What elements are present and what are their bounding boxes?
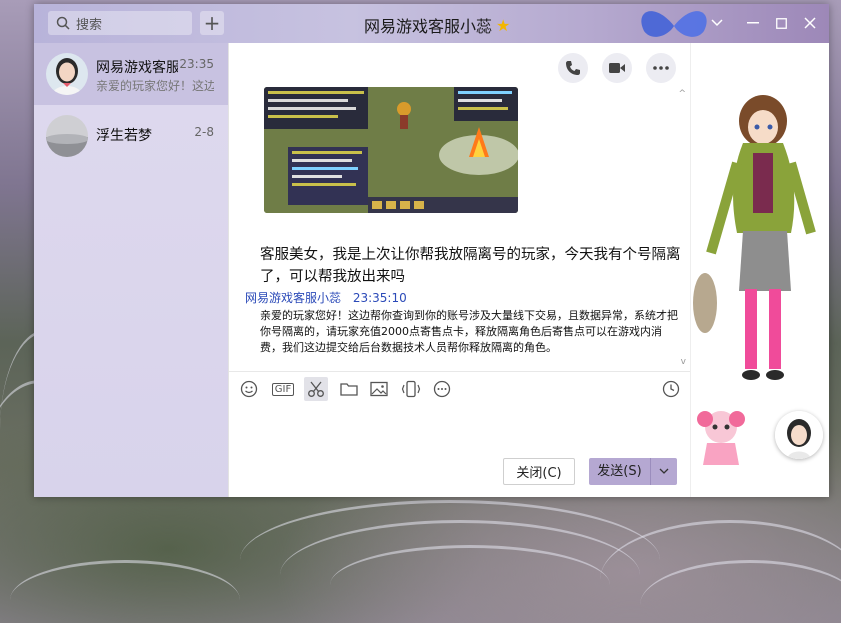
video-call-button[interactable] [602,53,632,83]
dropdown-button[interactable] [707,13,727,33]
folder-icon [340,383,358,396]
mascot-sticker-illustration [697,411,745,465]
window-title-text: 网易游戏客服小蕊 [364,17,493,36]
chat-window: 搜索 + 网易游戏客服小蕊 ★ 网易游戏客服 23:35 亲爱的玩家您好！这边 … [34,4,829,497]
avatar [46,115,88,157]
contact-preview: 亲爱的玩家您好！这边帮你查询到你的账号 [96,79,214,93]
message-input-area[interactable] [229,405,691,455]
scroll-up-icon[interactable]: ^ [678,89,686,99]
emoji-icon [240,380,258,398]
self-avatar[interactable] [775,411,823,459]
anime-girl-illustration [693,95,816,380]
voice-call-button[interactable] [558,53,588,83]
chat-panel: ^ 客服美女，我是上次让你帮我放隔离号的玩家，今天我有个号隔离了，可以帮我放出来… [228,43,691,497]
contact-name: 浮生若梦 [96,128,152,144]
more-icon [653,66,669,70]
contact-time: 23:35 [179,57,214,71]
minimize-icon [747,22,759,24]
maximize-icon [775,17,787,29]
input-toolbar: GIF [229,371,691,405]
gif-icon: GIF [271,382,295,396]
avatar [46,53,88,95]
star-icon: ★ [496,15,511,35]
phone-icon [566,61,580,75]
maximize-button[interactable] [771,13,791,33]
scissors-icon [308,381,324,397]
reply-time: 23:35:10 [352,291,407,305]
scroll-down-icon[interactable]: v [681,357,686,367]
gif-button[interactable]: GIF [269,377,297,401]
close-icon [804,17,816,29]
shake-button[interactable] [399,377,423,401]
contact-sidebar: 网易游戏客服小蕊 23:35 亲爱的玩家您好！这边帮你查询到你的账号 浮生若梦 … [34,43,228,497]
search-input[interactable]: 搜索 [48,11,192,35]
call-actions [558,53,676,83]
reply-header: 网易游戏客服小蕊 23:35:10 [245,289,415,306]
close-window-button[interactable] [800,13,820,33]
message-user: 客服美女，我是上次让你帮我放隔离号的玩家，今天我有个号隔离了，可以帮我放出来吗 [260,247,681,285]
contact-item-netease-support[interactable]: 网易游戏客服小蕊 23:35 亲爱的玩家您好！这边帮你查询到你的账号 [34,43,228,105]
contact-name: 网易游戏客服小蕊 [96,60,178,76]
add-contact-button[interactable]: + [200,11,224,35]
contact-time: 2-8 [194,125,214,139]
history-button[interactable] [659,377,683,401]
contact-item-fusheng[interactable]: 浮生若梦 2-8 [34,105,228,167]
title-bar: 搜索 + 网易游戏客服小蕊 ★ [34,4,829,43]
send-label: 发送(S) [589,458,651,485]
minimize-button[interactable] [743,13,763,33]
emoji-button[interactable] [237,377,261,401]
file-button[interactable] [337,377,361,401]
search-icon [56,16,70,30]
chevron-down-icon [711,19,723,27]
reply-sender: 网易游戏客服小蕊 [245,291,342,305]
send-options-chevron-icon[interactable] [651,466,677,477]
vibrate-icon [401,380,421,398]
more-options-button[interactable] [646,53,676,83]
butterfly-decoration-icon [641,11,707,37]
window-title: 网易游戏客服小蕊 ★ [364,13,510,37]
game-screenshot-image[interactable] [264,87,518,213]
send-button[interactable]: 发送(S) [589,458,677,485]
image-icon [370,381,388,397]
clock-icon [662,380,680,398]
video-camera-icon [609,63,625,73]
screenshot-button[interactable] [304,377,328,401]
show-panel [690,43,829,497]
search-placeholder: 搜索 [76,17,103,33]
more-tools-button[interactable] [430,377,454,401]
image-button[interactable] [367,377,391,401]
more-circle-icon [433,380,451,398]
message-reply: 亲爱的玩家您好！这边帮你查询到你的账号涉及大量线下交易，且数据异常，系统才把你号… [260,309,678,354]
close-button[interactable]: 关闭(C) [503,458,575,485]
